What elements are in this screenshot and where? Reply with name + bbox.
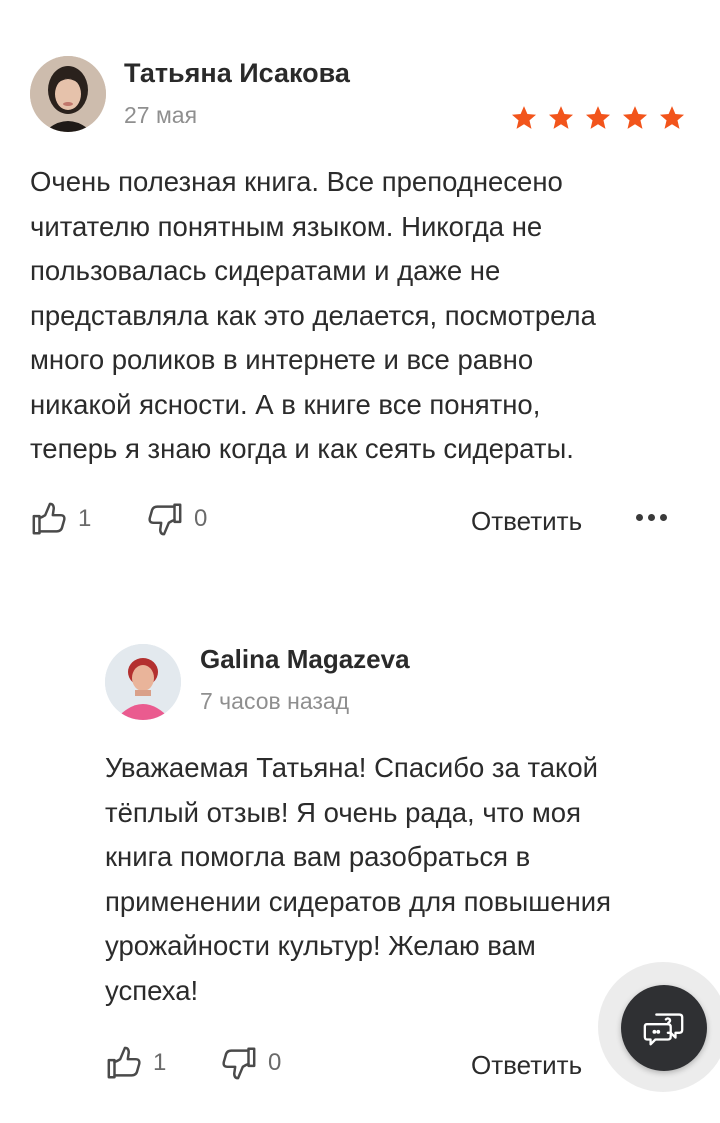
avatar[interactable] xyxy=(105,644,181,720)
help-chat-button[interactable] xyxy=(621,985,707,1071)
more-dots-icon xyxy=(648,514,655,521)
thumbs-down-icon xyxy=(148,503,182,536)
like-count: 1 xyxy=(78,505,92,532)
more-dots-icon xyxy=(636,514,643,521)
rating-stars xyxy=(510,104,686,132)
thumbs-up-icon xyxy=(32,502,66,535)
author-name[interactable]: Galina Magazeva xyxy=(200,644,410,675)
thumbs-up-icon xyxy=(107,1046,141,1079)
dislike-button[interactable]: 0 xyxy=(146,500,207,538)
avatar[interactable] xyxy=(30,56,106,132)
star-icon xyxy=(622,106,648,129)
like-count: 1 xyxy=(153,1049,167,1076)
like-button[interactable]: 1 xyxy=(30,500,91,538)
dislike-button[interactable]: 0 xyxy=(220,1044,281,1082)
star-icon xyxy=(585,106,611,129)
more-dots-icon xyxy=(660,514,667,521)
star-icon xyxy=(511,106,537,129)
star-icon xyxy=(659,106,685,129)
reply-date: 7 часов назад xyxy=(200,688,350,714)
star-icon xyxy=(548,106,574,129)
author-name[interactable]: Татьяна Исакова xyxy=(124,58,350,89)
thumbs-down-icon xyxy=(222,1047,256,1080)
like-button[interactable]: 1 xyxy=(105,1044,166,1082)
reply-button[interactable]: Ответить xyxy=(471,506,582,537)
review-date: 27 мая xyxy=(124,102,198,128)
dislike-count: 0 xyxy=(268,1049,282,1076)
more-options-button[interactable] xyxy=(634,508,669,527)
reply-button[interactable]: Ответить xyxy=(471,1050,582,1081)
review-actions: 1 0 Ответить xyxy=(0,500,720,544)
review-text: Очень полезная книга. Все преподнесено ч… xyxy=(30,166,596,464)
help-chat-icon xyxy=(643,1013,684,1046)
reply-text: Уважаемая Татьяна! Спасибо за такой тёпл… xyxy=(105,752,612,1006)
dislike-count: 0 xyxy=(194,505,208,532)
